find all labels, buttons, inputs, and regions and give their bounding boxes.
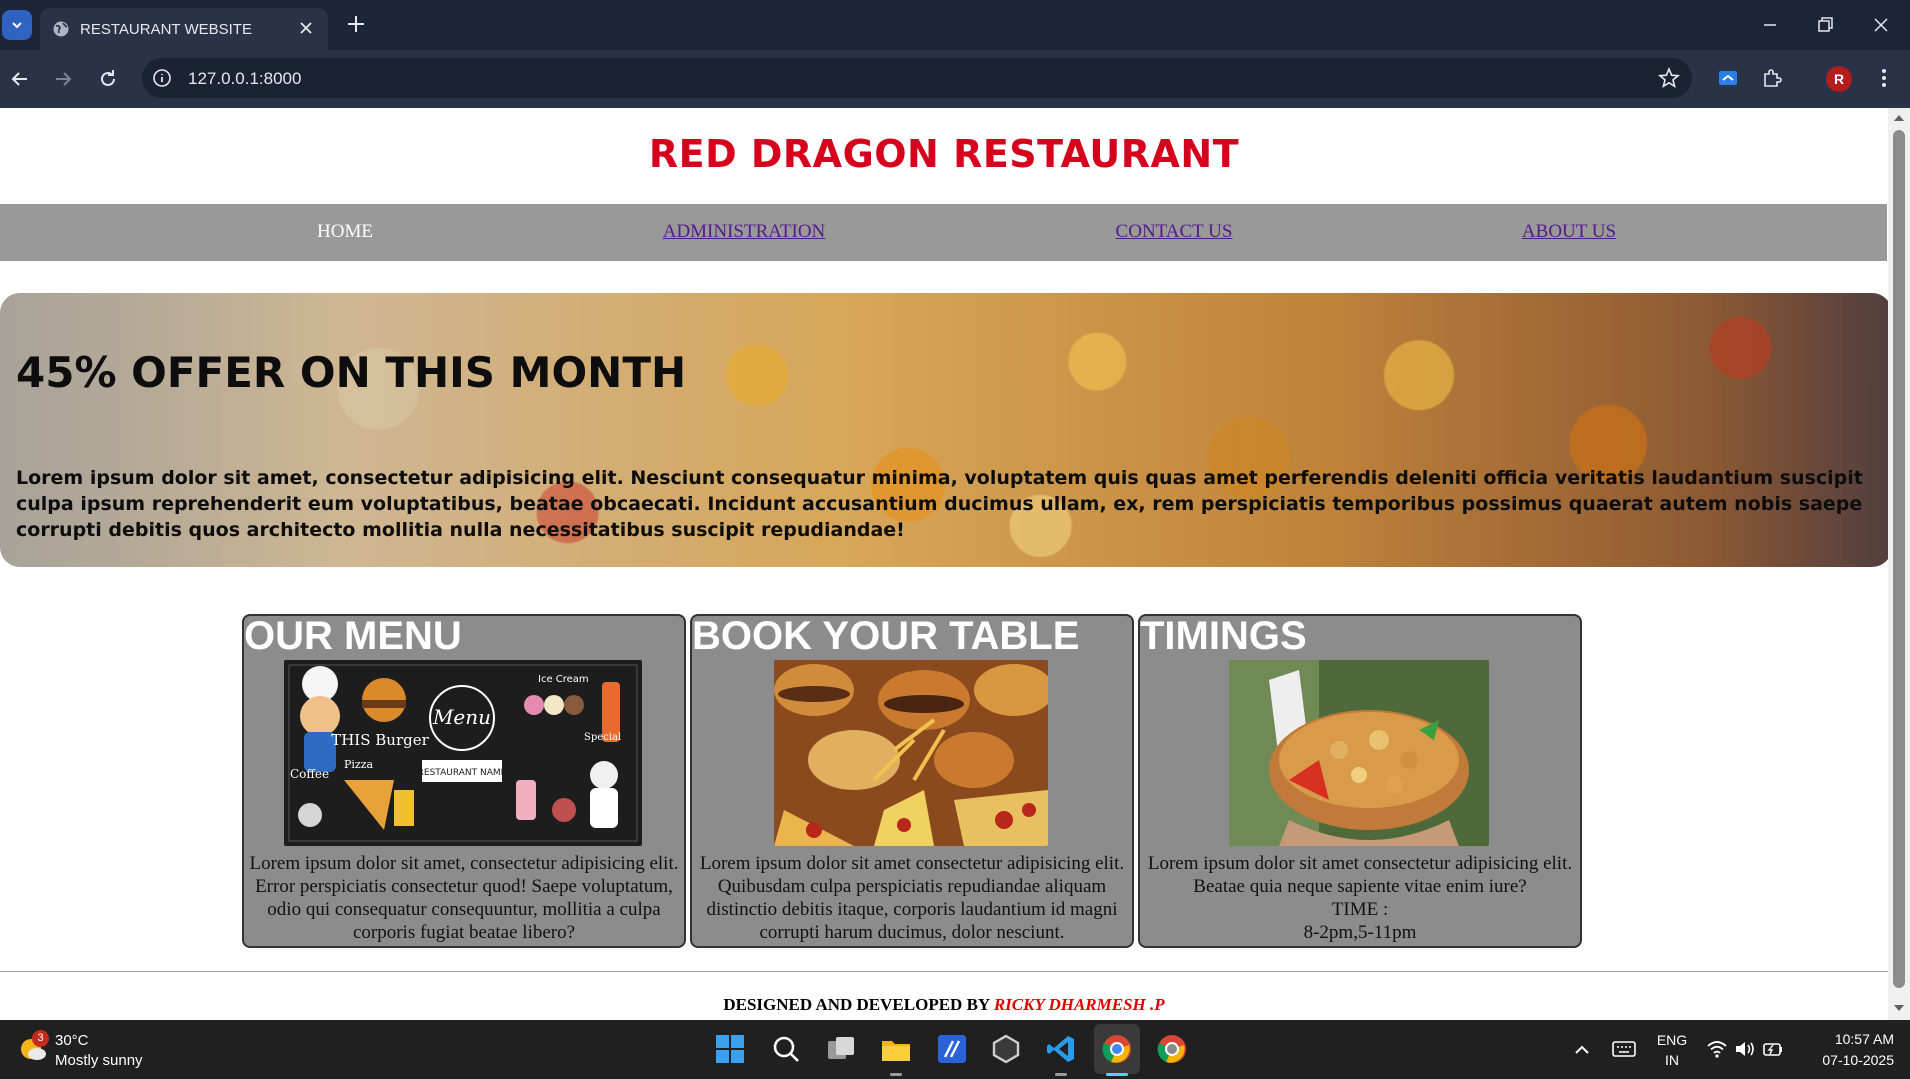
- page-scrollbar[interactable]: [1888, 108, 1910, 1020]
- menu-card: OUR MENU THIS Burger Menu RESTAURANT NAM…: [242, 614, 686, 948]
- tab-title: RESTAURANT WEBSITE: [80, 21, 252, 38]
- bookmark-star-icon[interactable]: [1658, 67, 1680, 89]
- unity-hub-icon[interactable]: [990, 1033, 1022, 1065]
- web-page: RED DRAGON RESTAURANT HOME ADMINISTRATIO…: [0, 108, 1888, 1020]
- reload-icon[interactable]: [96, 67, 120, 91]
- footer-prefix: DESIGNED AND DEVELOPED BY: [723, 995, 990, 1014]
- close-icon[interactable]: [296, 18, 316, 38]
- scroll-up-arrow-icon[interactable]: [1893, 112, 1905, 124]
- scroll-down-arrow-icon[interactable]: [1893, 1002, 1905, 1014]
- more-options-icon[interactable]: [1872, 66, 1896, 90]
- windows-taskbar: 3 30°C Mostly sunny ENG IN 10:57 AM 07-1…: [0, 1020, 1910, 1079]
- vscode-icon[interactable]: [1045, 1033, 1077, 1065]
- forward-arrow-icon[interactable]: [51, 67, 75, 91]
- new-tab-icon[interactable]: [344, 12, 368, 36]
- book-table-card: BOOK YOUR TABLE Lorem ipsum dolor sit am…: [690, 614, 1134, 948]
- cast-extension-icon[interactable]: [1716, 66, 1740, 90]
- language-indicator[interactable]: ENG: [1654, 1032, 1690, 1048]
- fast-food-image: [774, 660, 1048, 846]
- book-table-card-text: Lorem ipsum dolor sit amet consectetur a…: [699, 853, 1125, 943]
- footer-credit: DESIGNED AND DEVELOPED BY RICKY DHARMESH…: [0, 995, 1888, 1015]
- clock-time[interactable]: 10:57 AM: [1802, 1031, 1894, 1047]
- svg-text:Ice Cream: Ice Cream: [538, 674, 589, 685]
- address-toolbar: 127.0.0.1:8000 R: [0, 50, 1910, 108]
- chrome-icon[interactable]: [1101, 1033, 1133, 1065]
- timings-card: TIMINGS Lorem ipsum dolor sit amet conse…: [1138, 614, 1582, 948]
- offer-description: Lorem ipsum dolor sit amet, consectetur …: [16, 467, 1863, 541]
- clock-date[interactable]: 07-10-2025: [1802, 1052, 1894, 1068]
- windows-start-icon[interactable]: [714, 1033, 746, 1065]
- menu-image: THIS Burger Menu RESTAURANT NAME Ice Cre…: [284, 660, 642, 846]
- chaat-image: [1229, 660, 1489, 846]
- offer-title: 45% OFFER ON THIS MONTH: [16, 348, 687, 397]
- globe-icon: [53, 21, 69, 37]
- nav-about-us-link[interactable]: ABOUT US: [1522, 221, 1616, 243]
- time-label: TIME :: [1331, 899, 1389, 920]
- search-icon[interactable]: [770, 1033, 802, 1065]
- scrollbar-thumb[interactable]: [1893, 130, 1905, 988]
- svg-text:Coffee: Coffee: [290, 767, 329, 781]
- time-value: 8-2pm,5-11pm: [1303, 922, 1417, 943]
- address-bar[interactable]: 127.0.0.1:8000: [142, 58, 1692, 98]
- weather-temperature[interactable]: 30°C: [55, 1032, 89, 1049]
- browser-tab[interactable]: RESTAURANT WEBSITE: [40, 8, 328, 50]
- svg-text:Special: Special: [584, 732, 621, 743]
- chrome-active-indicator: [1106, 1073, 1128, 1076]
- wifi-icon[interactable]: [1706, 1039, 1728, 1059]
- timings-description: Lorem ipsum dolor sit amet consectetur a…: [1147, 853, 1573, 897]
- timings-card-title: TIMINGS: [1140, 614, 1307, 658]
- task-view-icon[interactable]: [825, 1033, 857, 1065]
- menu-card-text: Lorem ipsum dolor sit amet, consectetur …: [249, 853, 679, 943]
- nav-home-link[interactable]: HOME: [317, 221, 373, 243]
- keyboard-icon[interactable]: [1612, 1039, 1636, 1059]
- volume-icon[interactable]: [1734, 1039, 1756, 1059]
- extensions-puzzle-icon[interactable]: [1760, 66, 1784, 90]
- tab-search-button[interactable]: [2, 10, 32, 40]
- file-explorer-icon[interactable]: [880, 1033, 912, 1065]
- footer-divider: [0, 971, 1888, 972]
- book-table-card-title: BOOK YOUR TABLE: [692, 614, 1080, 658]
- restore-icon[interactable]: [1813, 13, 1837, 37]
- weather-condition[interactable]: Mostly sunny: [55, 1052, 143, 1069]
- offer-banner: 45% OFFER ON THIS MONTH Lorem ipsum dolo…: [0, 293, 1888, 567]
- battery-charging-icon[interactable]: [1762, 1039, 1784, 1059]
- site-title: RED DRAGON RESTAURANT: [648, 132, 1240, 176]
- profile-avatar[interactable]: R: [1826, 66, 1852, 92]
- weather-notification-badge: 3: [32, 1030, 49, 1047]
- site-navbar: HOME ADMINISTRATION CONTACT US ABOUT US: [0, 204, 1887, 261]
- svg-text:THIS Burger: THIS Burger: [331, 731, 429, 749]
- vscode-running-indicator: [1055, 1073, 1067, 1076]
- nav-contact-us-link[interactable]: CONTACT US: [1116, 221, 1233, 243]
- chevron-down-icon: [12, 22, 22, 29]
- svg-text:Pizza: Pizza: [344, 758, 374, 771]
- nav-administration-link[interactable]: ADMINISTRATION: [663, 221, 826, 243]
- menu-card-title: OUR MENU: [244, 614, 462, 658]
- site-info-icon[interactable]: [152, 68, 172, 88]
- footer-author: RICKY DHARMESH .P: [993, 995, 1165, 1014]
- timings-card-text: Lorem ipsum dolor sit amet consectetur a…: [1144, 852, 1576, 944]
- code-editor-app-icon[interactable]: [936, 1033, 968, 1065]
- svg-text:RESTAURANT NAME: RESTAURANT NAME: [418, 768, 507, 778]
- close-window-icon[interactable]: [1869, 13, 1893, 37]
- browser-tab-bar: RESTAURANT WEBSITE: [0, 0, 1910, 50]
- svg-text:Menu: Menu: [432, 705, 491, 729]
- file-explorer-running-indicator: [890, 1073, 902, 1076]
- show-hidden-icons-chevron-icon[interactable]: [1572, 1040, 1592, 1060]
- chrome-profile-icon[interactable]: [1156, 1033, 1188, 1065]
- region-indicator[interactable]: IN: [1654, 1052, 1690, 1068]
- back-arrow-icon[interactable]: [8, 67, 32, 91]
- url-text[interactable]: 127.0.0.1:8000: [188, 69, 301, 89]
- minimize-icon[interactable]: [1758, 13, 1782, 37]
